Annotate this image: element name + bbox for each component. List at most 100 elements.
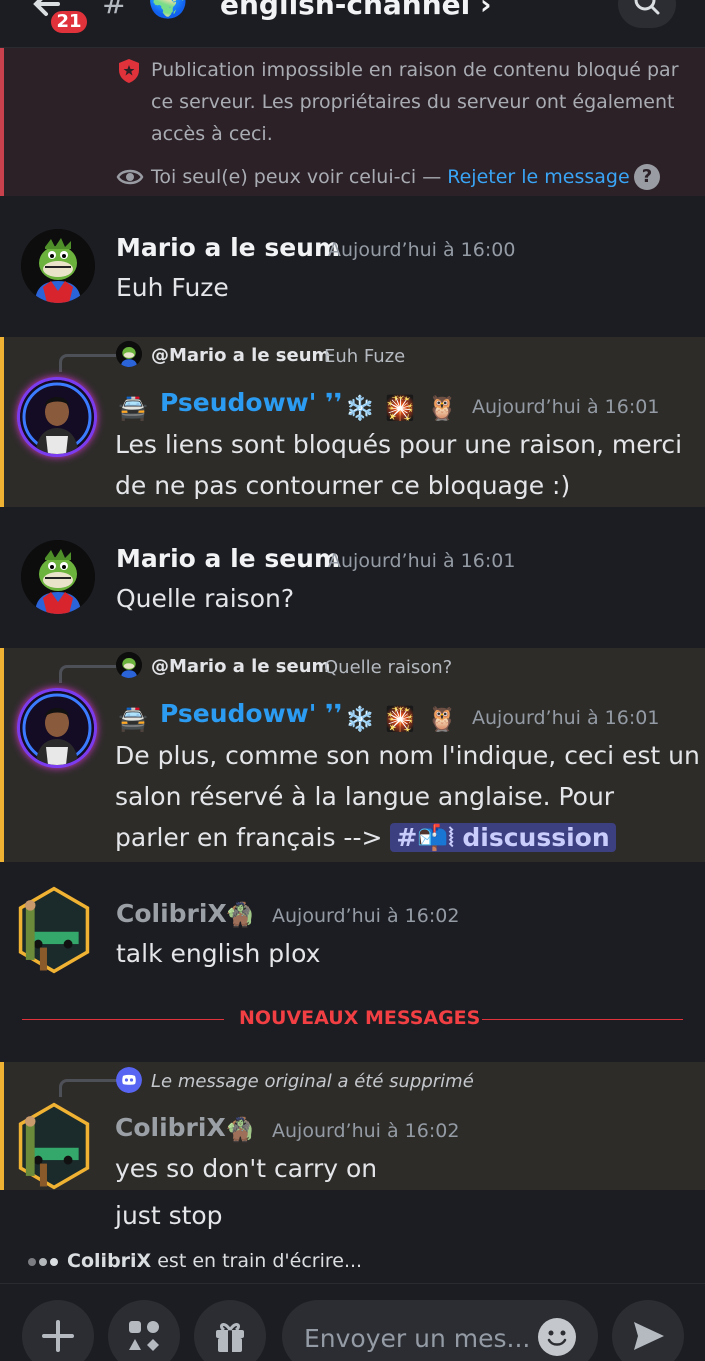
snowflake-icon: ❄️ xyxy=(345,705,375,733)
avatar[interactable] xyxy=(21,540,95,614)
message-input[interactable]: Envoyer un mes... xyxy=(282,1300,598,1361)
emoji-button[interactable] xyxy=(538,1318,576,1356)
globe-icon: 🌍 xyxy=(148,0,188,20)
help-icon[interactable]: ? xyxy=(634,164,660,190)
plus-icon xyxy=(42,1320,74,1352)
send-icon xyxy=(634,1322,664,1350)
message-timestamp: Aujourd’hui à 16:01 xyxy=(472,396,660,418)
channel-title[interactable]: english-channel › xyxy=(220,0,492,21)
shield-icon xyxy=(119,59,139,83)
message-line: Les liens sont bloqués pour une raison, … xyxy=(115,430,683,459)
mario-avatar-icon xyxy=(116,652,142,678)
message-line: salon réservé à la langue anglaise. Pour xyxy=(115,782,615,811)
pseudoww-avatar-icon xyxy=(20,380,94,454)
goblin-badge-icon: 🧌 xyxy=(225,901,255,929)
message-line: de ne pas contourner ce bloquage :) xyxy=(115,471,571,500)
search-button[interactable] xyxy=(618,0,676,28)
message-content: Quelle raison? xyxy=(116,578,294,619)
reply-preview[interactable]: Quelle raison? xyxy=(324,657,452,678)
reply-connector xyxy=(59,1079,117,1097)
message-line: De plus, comme son nom l'indique, ceci e… xyxy=(115,741,700,770)
message-author[interactable]: Pseudoww' ❜❜ xyxy=(160,388,342,417)
unread-badge: 21 xyxy=(48,8,90,36)
blocked-message-notice: Publication impossible en raison de cont… xyxy=(0,48,705,196)
message-item-highlighted[interactable]: Le message original a été supprimé Colib… xyxy=(0,1062,705,1190)
discord-logo-icon xyxy=(116,1067,142,1093)
reply-preview[interactable]: Euh Fuze xyxy=(324,346,405,367)
sparkler-icon: 🎇 xyxy=(385,394,415,422)
message-timestamp: Aujourd’hui à 16:01 xyxy=(472,707,660,729)
dismiss-message-link[interactable]: Rejeter le message xyxy=(447,166,629,188)
message-timestamp: Aujourd’hui à 16:02 xyxy=(272,905,460,927)
message-author[interactable]: ColibriX xyxy=(115,1113,226,1142)
typing-dot-icon xyxy=(50,1257,58,1266)
reply-deleted-note: Le message original a été supprimé xyxy=(151,1071,474,1092)
sparkler-icon: 🎇 xyxy=(385,705,415,733)
reply-connector xyxy=(59,665,117,683)
new-messages-divider: NOUVEAUX MESSAGES xyxy=(239,1007,481,1029)
apps-button[interactable] xyxy=(108,1300,180,1361)
send-button[interactable] xyxy=(612,1300,684,1361)
message-item[interactable]: Mario a le seum Aujourd’hui à 16:00 Euh … xyxy=(0,196,705,337)
snowflake-icon: ❄️ xyxy=(345,394,375,422)
message-line: parler en français --> xyxy=(115,823,383,852)
typing-dot-icon xyxy=(28,1257,36,1266)
message-item-highlighted[interactable]: @Mario a le seum Quelle raison? 🚔 Pseudo… xyxy=(0,648,705,862)
only-you-note: Toi seul(e) peux voir celui-ci — Rejeter… xyxy=(151,166,630,188)
message-content: Euh Fuze xyxy=(116,267,229,308)
message-line-with-mention: parler en français --> #📬⦚ discussion xyxy=(115,817,700,858)
search-icon xyxy=(634,0,660,15)
reply-avatar xyxy=(116,341,142,367)
message-line: talk english plox xyxy=(116,939,321,968)
message-content: talk english plox xyxy=(116,933,320,974)
reply-author[interactable]: @Mario a le seum xyxy=(151,656,330,677)
mario-avatar-icon xyxy=(21,540,95,614)
message-line: Quelle raison? xyxy=(116,584,295,613)
message-timestamp: Aujourd’hui à 16:00 xyxy=(328,239,516,261)
pseudoww-avatar-icon xyxy=(20,691,94,765)
message-author[interactable]: Mario a le seum xyxy=(116,544,340,573)
message-author[interactable]: ColibriX xyxy=(116,899,227,928)
avatar[interactable] xyxy=(12,886,96,974)
avatar[interactable] xyxy=(21,229,95,303)
new-messages-divider-right xyxy=(482,1019,683,1020)
channel-mention-link[interactable]: #📬⦚ discussion xyxy=(390,823,616,852)
message-line: just stop xyxy=(115,1201,223,1230)
typing-user: ColibriX xyxy=(67,1250,152,1272)
smiley-icon xyxy=(547,1330,567,1346)
gift-button[interactable] xyxy=(194,1300,266,1361)
message-item[interactable]: ColibriX 🧌 Aujourd’hui à 16:02 talk engl… xyxy=(0,862,705,990)
owl-badge-icon: 🦉 xyxy=(427,705,457,733)
avatar[interactable] xyxy=(20,691,94,765)
message-line: Euh Fuze xyxy=(116,273,229,302)
attach-button[interactable] xyxy=(22,1300,94,1361)
message-line: yes so don't carry on xyxy=(115,1154,378,1183)
message-composer: Envoyer un mes... xyxy=(0,1283,705,1361)
mario-avatar-icon xyxy=(21,229,95,303)
avatar[interactable] xyxy=(20,380,94,454)
owl-badge-icon: 🦉 xyxy=(427,394,457,422)
typing-indicator: ColibriX est en train d'écrire... xyxy=(28,1250,362,1272)
apps-icon xyxy=(129,1321,159,1351)
channel-header: 21 # 🌍 english-channel › xyxy=(0,0,705,48)
message-author[interactable]: Mario a le seum xyxy=(116,233,340,262)
message-timestamp: Aujourd’hui à 16:01 xyxy=(328,550,516,572)
mario-avatar-icon xyxy=(116,341,142,367)
typing-dot-icon xyxy=(39,1257,47,1266)
message-content: De plus, comme son nom l'indique, ceci e… xyxy=(115,735,700,858)
new-messages-divider-left xyxy=(22,1019,224,1020)
avatar[interactable] xyxy=(12,1102,96,1190)
blocked-text: Publication impossible en raison de cont… xyxy=(151,59,679,145)
police-car-icon: 🚔 xyxy=(118,394,148,422)
reply-connector xyxy=(59,354,117,372)
message-timestamp: Aujourd’hui à 16:02 xyxy=(272,1120,460,1142)
reply-author[interactable]: @Mario a le seum xyxy=(151,345,330,366)
eye-icon xyxy=(116,169,144,185)
goblin-badge-icon: 🧌 xyxy=(225,1116,255,1144)
message-author[interactable]: Pseudoww' ❜❜ xyxy=(160,699,342,728)
message-item-highlighted[interactable]: @Mario a le seum Euh Fuze 🚔 Pseudoww' ❜❜… xyxy=(0,337,705,507)
gift-icon xyxy=(216,1323,244,1352)
typing-text: est en train d'écrire... xyxy=(151,1250,363,1272)
message-content-continued: just stop xyxy=(115,1195,223,1236)
message-item[interactable]: Mario a le seum Aujourd’hui à 16:01 Quel… xyxy=(0,507,705,648)
